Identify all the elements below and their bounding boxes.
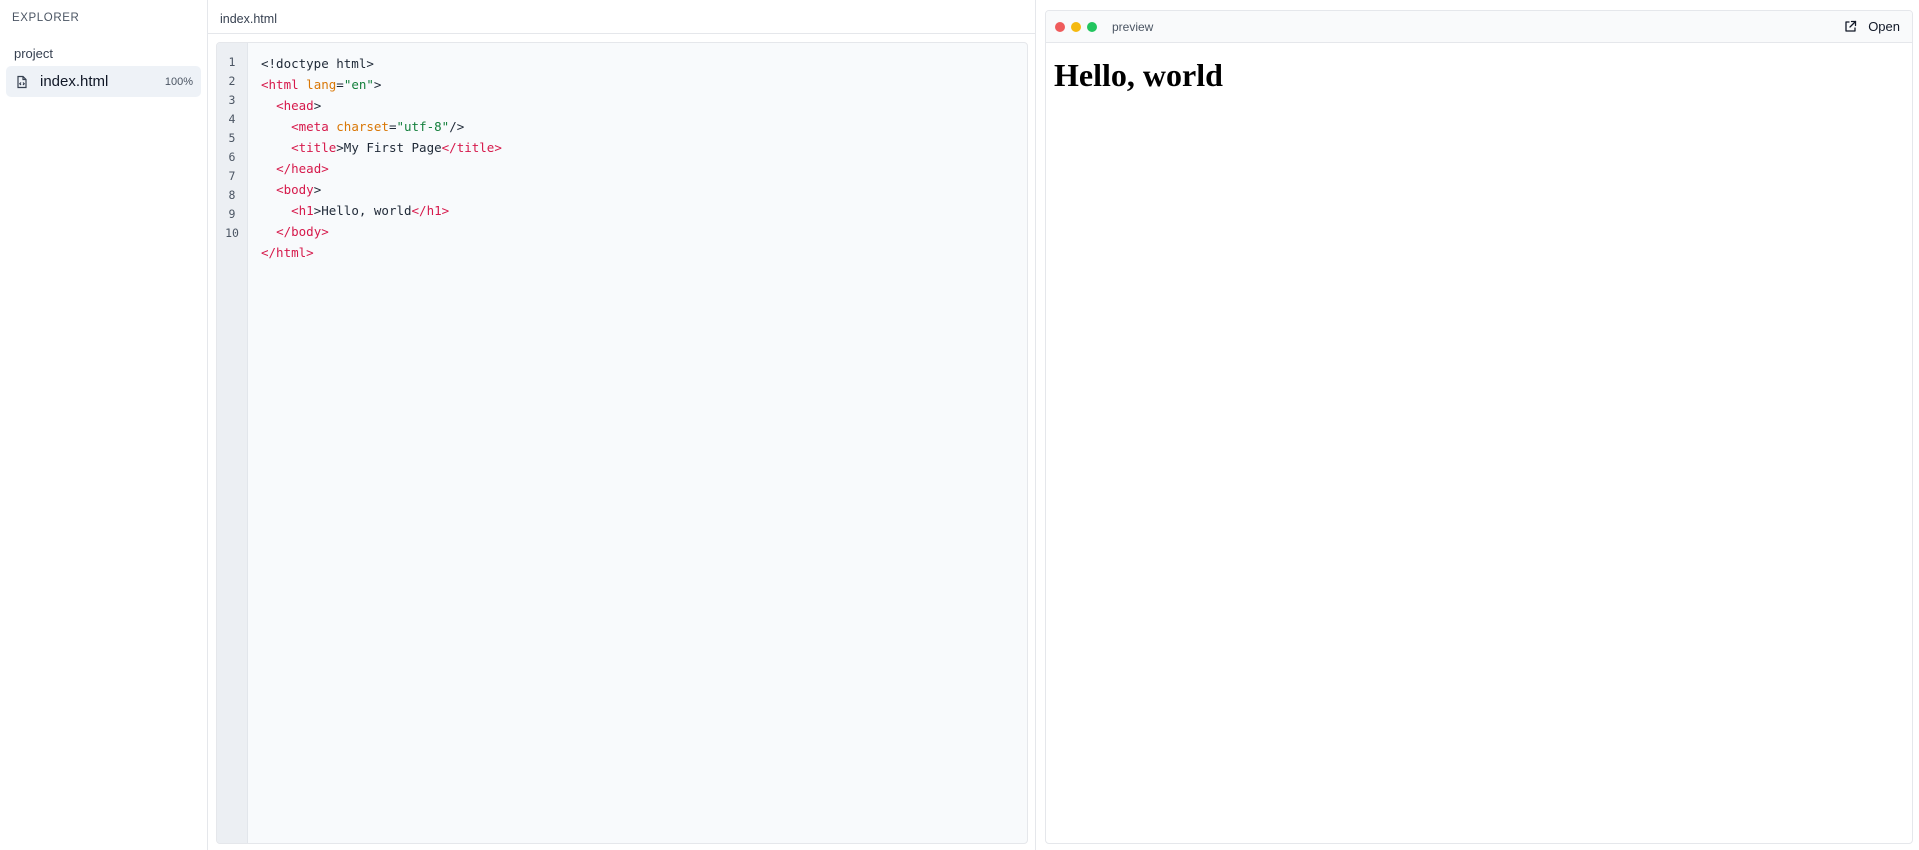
code-line[interactable]: <html lang="en"> [261,74,1017,95]
open-button-label: Open [1868,19,1900,34]
line-number-gutter: 1 2 3 4 5 6 7 8 9 10 [217,43,248,843]
preview-title: preview [1112,19,1154,34]
code-line[interactable]: </body> [261,221,1017,242]
file-item-index-html[interactable]: index.html 100% [6,66,201,97]
explorer-sidebar: EXPLORER project index.html 100% [0,0,208,850]
code-line[interactable]: <head> [261,95,1017,116]
code-line[interactable]: <body> [261,179,1017,200]
code-line[interactable]: </html> [261,242,1017,263]
preview-content: Hello, world [1046,43,1912,108]
explorer-title: EXPLORER [12,12,80,24]
code-content[interactable]: <!doctype html> <html lang="en"> <head> <… [261,53,1017,263]
tab-index-html[interactable]: index.html [208,0,1035,34]
line-number: 2 [228,74,236,88]
file-code-icon [15,75,29,89]
line-number: 6 [228,150,236,164]
code-line[interactable]: </head> [261,158,1017,179]
folder-project[interactable]: project [14,46,53,61]
line-number: 8 [228,188,236,202]
window-maximize-dot[interactable] [1087,21,1097,32]
open-button[interactable]: Open [1843,19,1900,34]
editor-pane: index.html 1 2 3 4 5 6 7 8 9 10 <!doctype html> <h… [208,0,1036,850]
line-number: 9 [228,207,236,221]
line-number: 3 [228,93,236,107]
external-link-icon [1843,19,1858,34]
code-editor[interactable]: 1 2 3 4 5 6 7 8 9 10 <!doctype html> <html lang="e… [216,42,1028,844]
window-close-dot[interactable] [1055,21,1065,32]
preview-toolbar: preview Open [1046,11,1912,43]
line-number: 7 [228,169,236,183]
code-line[interactable]: <title>My First Page</title> [261,137,1017,158]
code-line[interactable]: <h1>Hello, world</h1> [261,200,1017,221]
file-progress: 100% [164,75,193,88]
line-number: 5 [228,131,236,145]
code-line[interactable]: <meta charset="utf-8"/> [261,116,1017,137]
line-number: 1 [228,55,236,69]
code-line[interactable]: <!doctype html> [261,53,1017,74]
file-name: index.html [40,73,109,90]
app-window: EXPLORER project index.html 100% index.h… [0,0,1919,850]
window-minimize-dot[interactable] [1071,21,1081,32]
line-number: 4 [228,112,236,126]
preview-heading: Hello, world [1054,57,1223,93]
preview-pane: preview Open Hello, world [1045,10,1913,844]
line-number: 10 [225,226,239,240]
